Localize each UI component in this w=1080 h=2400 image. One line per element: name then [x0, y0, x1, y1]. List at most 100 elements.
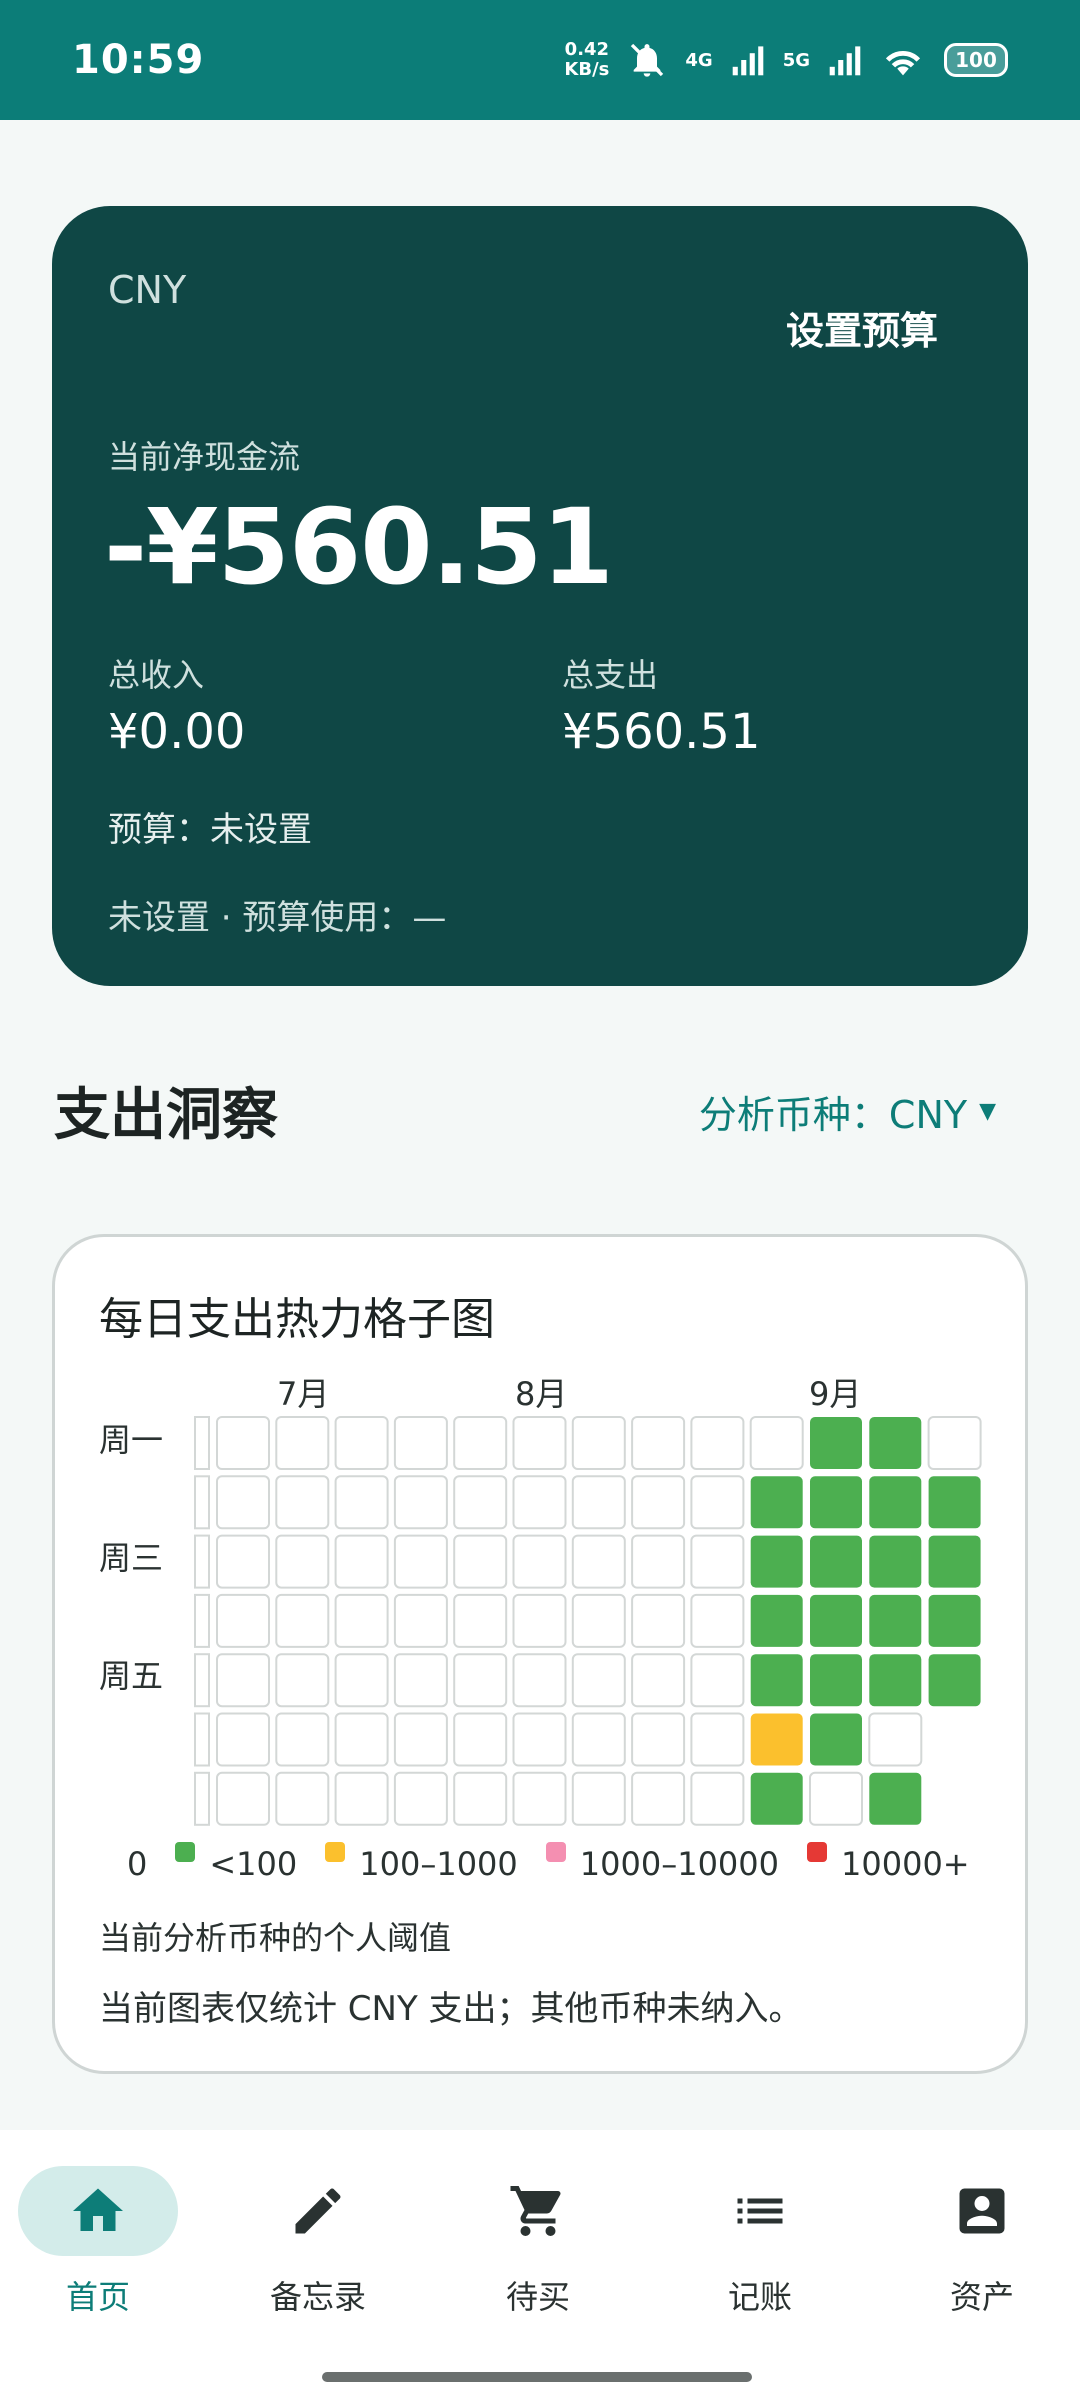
- heatmap-card: 每日支出热力格子图 7月 8月 9月 周一 周三 周五 0 <100 100–1…: [52, 1234, 1028, 2074]
- heatmap-cell-partial: [194, 1712, 210, 1767]
- heatmap-cell: [750, 1594, 803, 1647]
- heatmap-cell: [571, 1712, 626, 1767]
- nav-memo[interactable]: 备忘录: [228, 2166, 408, 2318]
- set-budget-button[interactable]: 设置预算: [786, 300, 938, 355]
- nav-home-pill: [18, 2166, 178, 2256]
- net-cashflow-card: CNY 设置预算 当前净现金流 -¥560.51 总收入 ¥0.00 总支出 ¥…: [52, 206, 1028, 986]
- network-speed-unit: KB/s: [564, 59, 610, 80]
- heatmap-cell: [571, 1593, 626, 1648]
- pencil-icon: [295, 2188, 341, 2234]
- heatmap-cell: [690, 1416, 745, 1470]
- heatmap-cell: [810, 1713, 862, 1766]
- nav-home[interactable]: 首页: [8, 2166, 188, 2318]
- list-icon: [737, 2198, 783, 2224]
- heatmap-cell: [512, 1771, 567, 1826]
- heatmap-cell: [631, 1771, 686, 1826]
- heatmap-cell: [810, 1654, 862, 1707]
- nav-to-buy-pill: [458, 2166, 618, 2256]
- analysis-currency-dropdown[interactable]: 分析币种：CNY ▼: [699, 1084, 996, 1139]
- heatmap-cell: [928, 1535, 981, 1588]
- heatmap-cell: [393, 1653, 448, 1708]
- heatmap-cell: [631, 1534, 686, 1589]
- heatmap-cell: [216, 1534, 270, 1589]
- total-income-value: ¥0.00: [108, 704, 246, 760]
- heatmap-cell: [869, 1594, 922, 1647]
- heatmap-cell: [275, 1771, 330, 1826]
- heatmap-cell: [749, 1416, 804, 1470]
- legend-label: <100: [209, 1845, 298, 1883]
- heatmap-cell: [810, 1417, 862, 1469]
- legend-swatch: [545, 1842, 566, 1862]
- heatmap-cell: [334, 1653, 389, 1708]
- heatmap-cell: [928, 1594, 981, 1647]
- heatmap-cell-partial: [194, 1416, 210, 1470]
- currency-note: 当前图表仅统计 CNY 支出；其他币种未纳入。: [99, 1989, 803, 2029]
- nav-bookkeeping-pill: [680, 2166, 840, 2256]
- network-type-1: 4G: [685, 49, 713, 71]
- heatmap-cell: [453, 1534, 508, 1589]
- nav-assets-label: 资产: [949, 2278, 1014, 2316]
- heatmap-cell-partial: [194, 1771, 210, 1826]
- heatmap-cell: [928, 1654, 981, 1707]
- mute-bell-icon: [631, 43, 664, 77]
- network-type-2: 5G: [782, 49, 810, 71]
- heatmap-cell: [571, 1475, 626, 1530]
- nav-bookkeeping[interactable]: 记账: [670, 2166, 850, 2318]
- heatmap-cell: [690, 1534, 745, 1589]
- bottom-navigation: 首页 备忘录 待买 记账 资产: [0, 2130, 1080, 2400]
- heatmap-cell: [393, 1771, 448, 1826]
- net-cashflow-label: 当前净现金流: [108, 438, 301, 476]
- heatmap-cell: [869, 1535, 922, 1588]
- signal-icon: [732, 46, 763, 76]
- heatmap-cell: [334, 1712, 389, 1767]
- legend-swatch: [175, 1842, 196, 1862]
- heatmap-cell: [869, 1772, 922, 1825]
- heatmap-cell: [631, 1416, 686, 1470]
- heatmap-cell: [453, 1712, 508, 1767]
- dropdown-caret-icon: ▼: [979, 1099, 996, 1124]
- heatmap-cell: [216, 1653, 270, 1708]
- status-icons: 0.42 KB/s 4G 5G 100: [564, 40, 1008, 80]
- heatmap-legend: 0 <100 100–1000 1000–10000 10000+: [127, 1842, 970, 1883]
- legend-label: 100–1000: [359, 1845, 518, 1883]
- legend-label: 0: [127, 1845, 148, 1883]
- analysis-currency-label: 分析币种：CNY: [698, 1093, 968, 1137]
- heatmap-cell: [690, 1771, 745, 1826]
- heatmap-cell: [631, 1653, 686, 1708]
- heatmap-cell: [750, 1476, 803, 1529]
- heatmap-cell: [393, 1534, 448, 1589]
- heatmap-cell: [216, 1771, 270, 1826]
- network-speed: 0.42 KB/s: [564, 40, 609, 80]
- heatmap-cell: [453, 1653, 508, 1708]
- heatmap-cell: [275, 1653, 330, 1708]
- heatmap-cell: [809, 1771, 863, 1826]
- heatmap-cell: [631, 1712, 686, 1767]
- heatmap-cell: [393, 1475, 448, 1530]
- heatmap-cell-partial: [194, 1475, 210, 1530]
- heatmap-cell: [334, 1593, 389, 1648]
- heatmap-cell: [334, 1475, 389, 1530]
- heatmap-cell: [928, 1476, 981, 1529]
- heatmap-cell: [810, 1535, 862, 1588]
- home-icon: [73, 2188, 123, 2231]
- heatmap-cell: [393, 1416, 448, 1470]
- heatmap-cell: [750, 1654, 803, 1707]
- nav-to-buy[interactable]: 待买: [448, 2166, 628, 2318]
- legend-swatch: [807, 1842, 827, 1862]
- heatmap-cell: [275, 1593, 330, 1648]
- nav-bookkeeping-label: 记账: [727, 2278, 792, 2316]
- heatmap-cell-partial: [194, 1534, 210, 1589]
- legend-label: 1000–10000: [579, 1845, 779, 1883]
- signal-icon: [829, 46, 861, 76]
- heatmap-cell: [571, 1416, 626, 1470]
- nav-assets[interactable]: 资产: [892, 2166, 1072, 2318]
- total-expense-value: ¥560.51: [562, 704, 761, 760]
- heatmap-cell: [631, 1475, 686, 1530]
- heatmap-cell: [275, 1534, 330, 1589]
- heatmap-cell: [216, 1712, 270, 1767]
- account-box-icon: [959, 2188, 1005, 2234]
- heatmap-cell: [869, 1476, 922, 1529]
- heatmap-cell: [512, 1475, 567, 1530]
- home-indicator[interactable]: [322, 2372, 752, 2382]
- nav-assets-pill: [902, 2166, 1062, 2256]
